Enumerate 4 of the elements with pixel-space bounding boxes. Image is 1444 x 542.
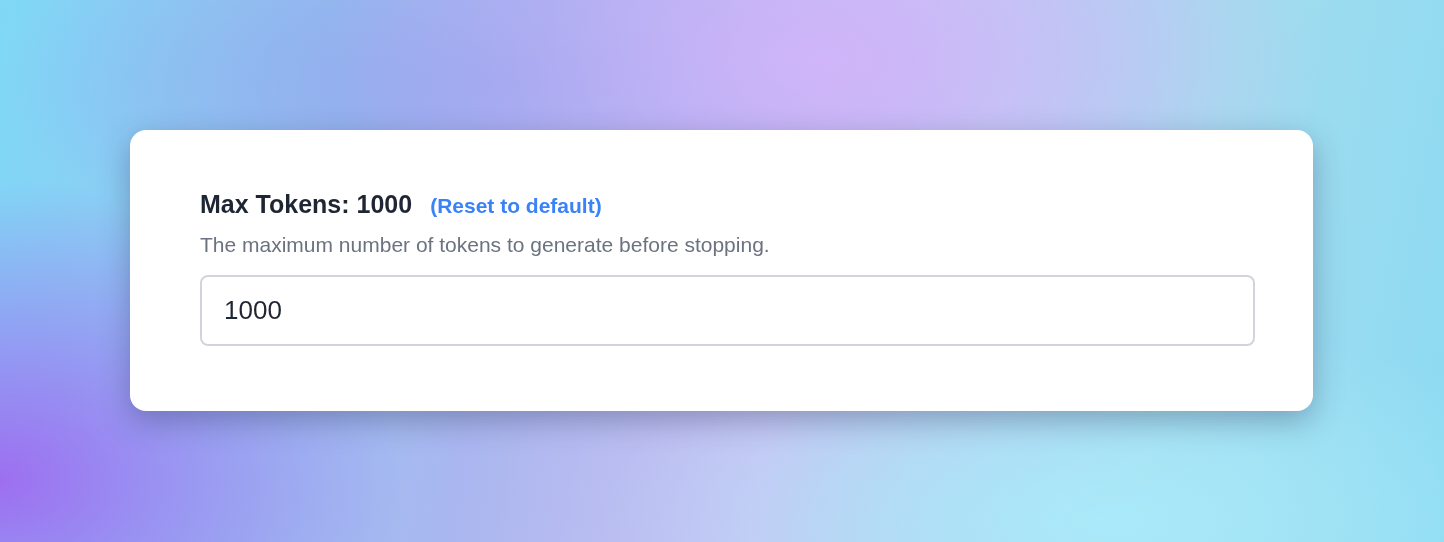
- reset-link[interactable]: (Reset to default): [430, 194, 602, 218]
- input-field[interactable]: 1000: [200, 275, 1255, 346]
- setting-description: The maximum number of tokens to generate before stopping.: [200, 233, 771, 257]
- setting-label: Max Tokens: 1000: [200, 190, 413, 219]
